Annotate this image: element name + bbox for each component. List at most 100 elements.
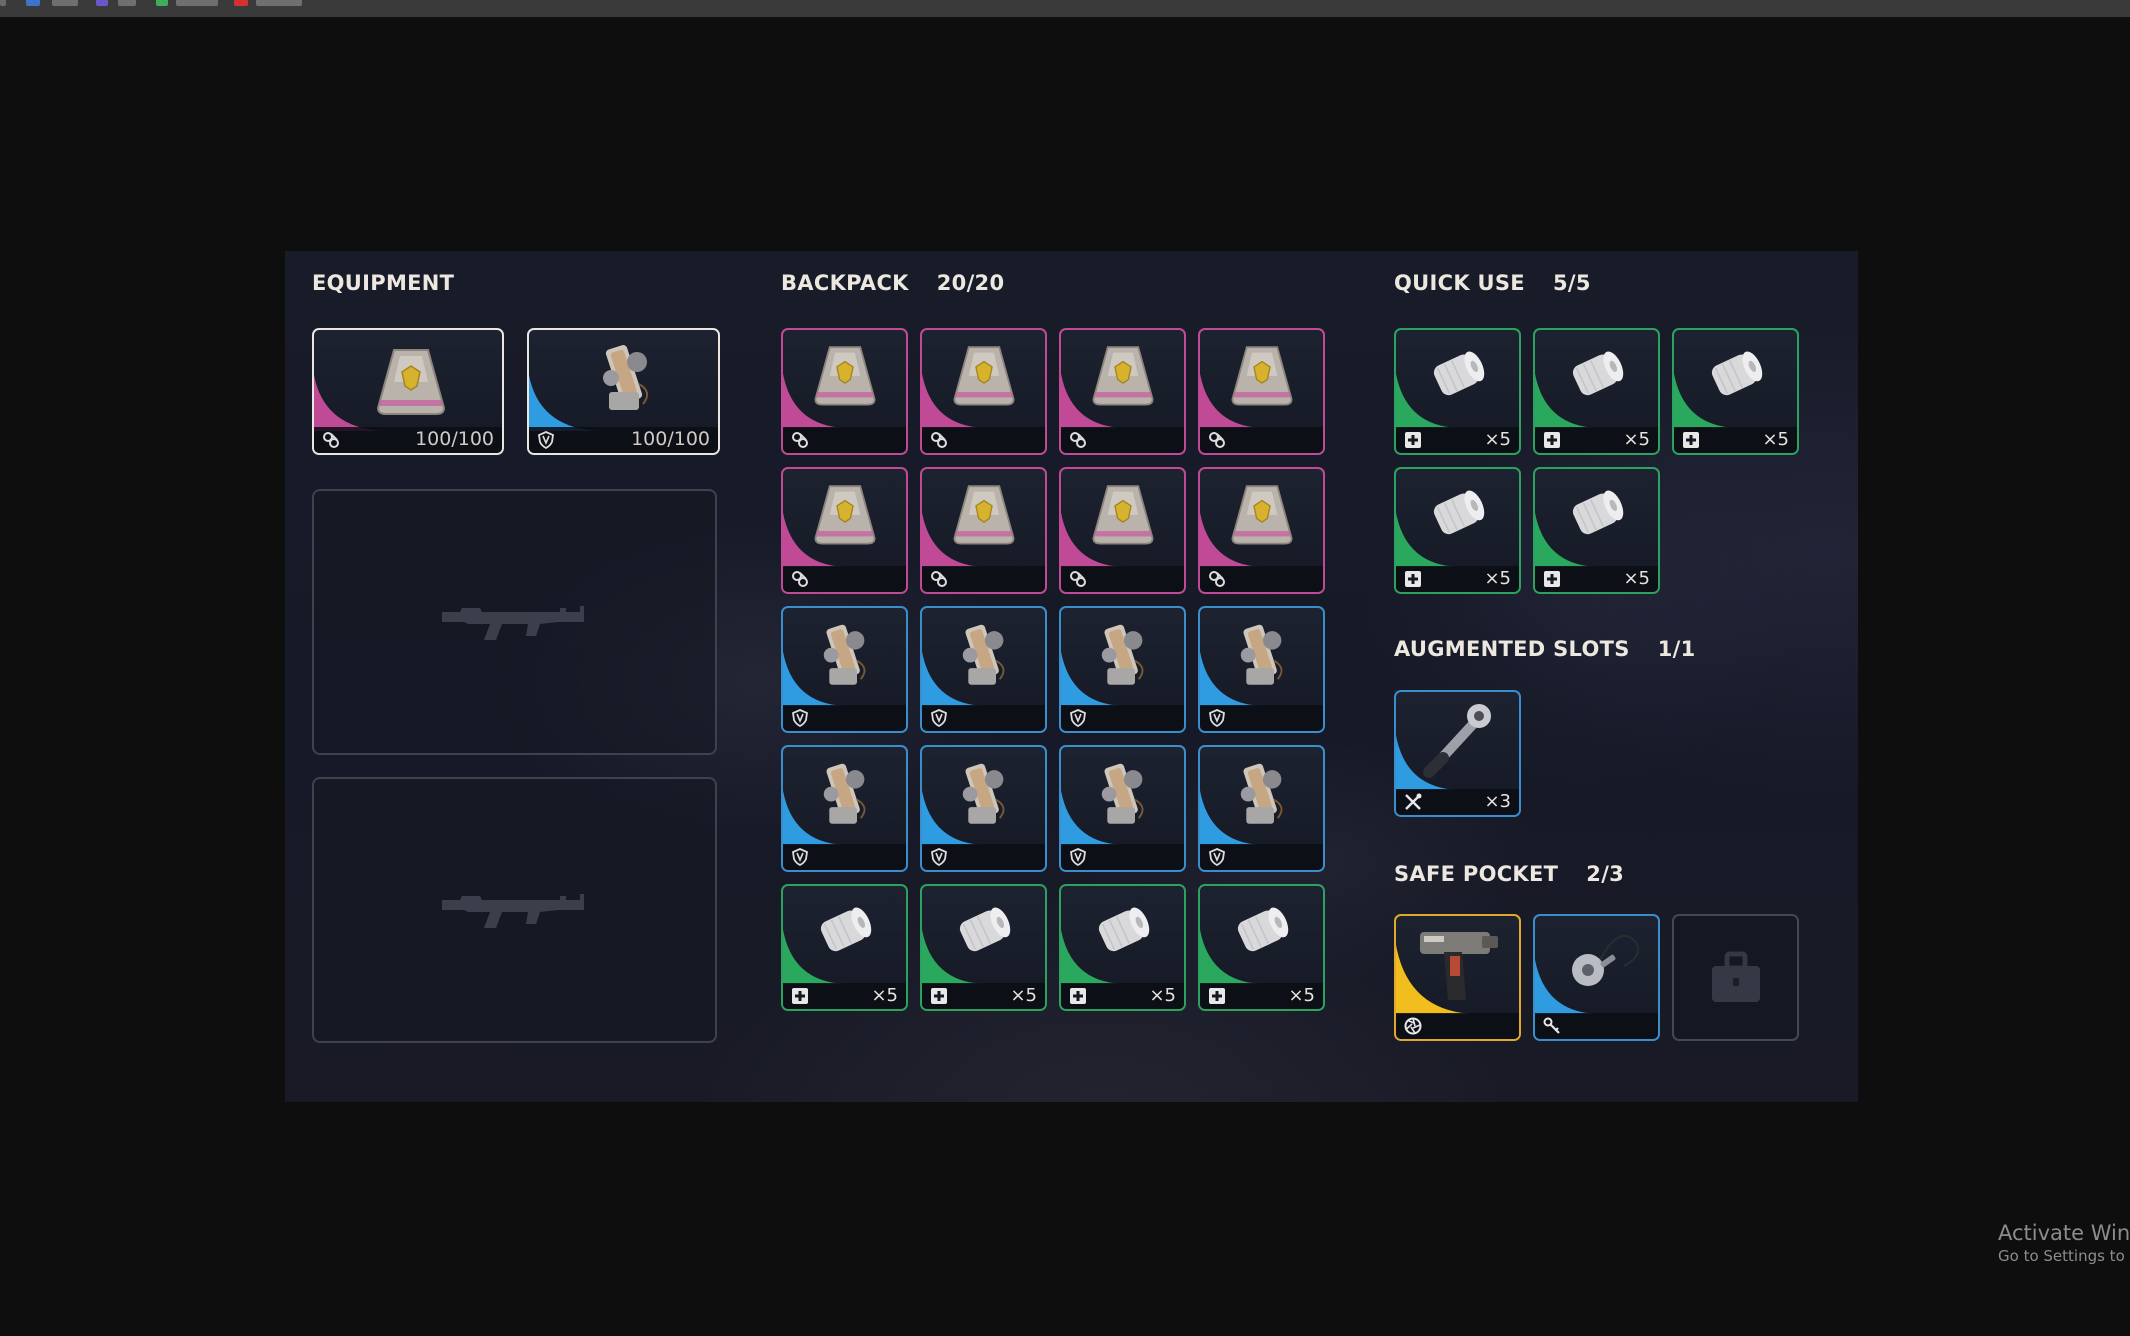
augmented-slots-title: AUGMENTED SLOTS <box>1394 637 1630 661</box>
shield-pack-image <box>587 338 665 426</box>
durability-value: 100/100 <box>415 428 494 450</box>
bandage-roll-image <box>1228 896 1296 968</box>
augment-icon <box>931 571 947 587</box>
shield-icon <box>931 848 947 866</box>
bandage-roll-image <box>1089 896 1157 968</box>
inventory-panel: EQUIPMENT BACKPACK 20/20 QUICK USE 5/5 A… <box>285 251 1858 1102</box>
weapon-slot-secondary[interactable] <box>312 777 717 1043</box>
item-quantity: ×5 <box>871 985 898 1006</box>
shield-pack-image <box>1226 618 1298 700</box>
backpack-slot[interactable]: ×5 <box>1198 884 1325 1011</box>
augment-icon <box>1209 571 1225 587</box>
shield-pack-image <box>1226 757 1298 839</box>
augment-case-image <box>1227 340 1297 414</box>
quick-use-slot[interactable]: ×5 <box>1672 328 1799 455</box>
medical-plus-icon <box>1070 988 1086 1004</box>
quick-use-heading: QUICK USE 5/5 <box>1394 266 1591 300</box>
shield-icon <box>1209 709 1225 727</box>
rifle-silhouette-icon <box>441 894 584 928</box>
shield-icon <box>931 709 947 727</box>
medical-plus-icon <box>792 988 808 1004</box>
bookmark-icon[interactable] <box>256 0 302 6</box>
augment-case-image <box>1227 479 1297 553</box>
backpack-slot[interactable] <box>1198 745 1325 872</box>
backpack-slot[interactable] <box>1198 606 1325 733</box>
shield-icon <box>1209 848 1225 866</box>
augment-icon <box>323 432 339 448</box>
shield-pack-image <box>809 618 881 700</box>
bookmark-icon[interactable] <box>118 0 136 6</box>
equipment-augment-slot[interactable]: 100/100 <box>312 328 504 455</box>
backpack-slot[interactable]: ×5 <box>1059 884 1186 1011</box>
shield-icon <box>538 431 554 449</box>
backpack-slot[interactable] <box>1059 606 1186 733</box>
safe-pocket-slot[interactable] <box>1533 914 1660 1041</box>
bandage-roll-image <box>1424 479 1492 551</box>
backpack-slot[interactable] <box>1059 745 1186 872</box>
backpack-slot[interactable] <box>920 606 1047 733</box>
quick-use-slot[interactable]: ×5 <box>1533 328 1660 455</box>
weapon-slot-primary[interactable] <box>312 489 717 755</box>
augmented-slots-count: 1/1 <box>1657 637 1696 661</box>
item-quantity: ×5 <box>1762 429 1789 450</box>
shield-icon <box>792 709 808 727</box>
augment-case-image <box>372 342 450 424</box>
bookmark-icon[interactable] <box>234 0 248 6</box>
backpack-slot[interactable] <box>1198 467 1325 594</box>
bookmark-icon[interactable] <box>26 0 40 6</box>
item-quantity: ×5 <box>1623 429 1650 450</box>
bookmark-icon[interactable] <box>96 0 108 6</box>
aperture-icon <box>1404 1017 1422 1035</box>
augment-case-image <box>1088 340 1158 414</box>
watermark-line-2: Go to Settings to ac <box>1998 1247 2130 1265</box>
watermark-line-1: Activate Windo <box>1998 1221 2130 1245</box>
bookmark-icon[interactable] <box>176 0 218 6</box>
quick-use-grid: ×5 ×5 ×5 ×5 ×5 <box>1394 328 1802 594</box>
safe-pocket-title: SAFE POCKET <box>1394 862 1559 886</box>
pendant-key-image <box>1554 920 1640 1010</box>
augmented-slot[interactable]: ×3 <box>1394 690 1521 817</box>
backpack-slot[interactable] <box>920 328 1047 455</box>
shield-pack-image <box>809 757 881 839</box>
item-quantity: ×5 <box>1010 985 1037 1006</box>
backpack-slot[interactable] <box>781 467 908 594</box>
backpack-slot[interactable] <box>920 467 1047 594</box>
medical-plus-icon <box>931 988 947 1004</box>
backpack-slot[interactable] <box>1059 328 1186 455</box>
backpack-slot[interactable]: ×5 <box>920 884 1047 1011</box>
backpack-slot[interactable]: ×5 <box>781 884 908 1011</box>
bookmark-icon[interactable] <box>156 0 168 6</box>
shield-pack-image <box>1087 618 1159 700</box>
bandage-roll-image <box>811 896 879 968</box>
backpack-slot[interactable] <box>781 328 908 455</box>
quick-use-slot[interactable]: ×5 <box>1394 467 1521 594</box>
bookmark-icon[interactable] <box>0 0 6 6</box>
augmented-slots-heading: AUGMENTED SLOTS 1/1 <box>1394 632 1695 666</box>
equipment-shield-slot[interactable]: 100/100 <box>527 328 720 455</box>
backpack-slot[interactable] <box>920 745 1047 872</box>
safe-pocket-slot[interactable] <box>1672 914 1799 1041</box>
augment-icon <box>1070 571 1086 587</box>
augment-case-image <box>810 479 880 553</box>
augment-icon <box>792 432 808 448</box>
backpack-slot[interactable] <box>1059 467 1186 594</box>
safe-pocket-slot[interactable] <box>1394 914 1521 1041</box>
shield-pack-image <box>948 757 1020 839</box>
augment-icon <box>931 432 947 448</box>
backpack-slot[interactable] <box>781 745 908 872</box>
quick-use-slot[interactable]: ×5 <box>1394 328 1521 455</box>
backpack-count: 20/20 <box>936 271 1005 295</box>
rifle-silhouette-icon <box>441 606 584 640</box>
augment-icon <box>792 571 808 587</box>
medical-plus-icon <box>1405 432 1421 448</box>
bookmark-icon[interactable] <box>52 0 78 6</box>
shield-pack-image <box>948 618 1020 700</box>
item-quantity: ×5 <box>1484 429 1511 450</box>
backpack-slot[interactable] <box>1198 328 1325 455</box>
safe-pocket-grid <box>1394 914 1802 1044</box>
bandage-roll-image <box>1424 340 1492 412</box>
durability-value: 100/100 <box>631 428 710 450</box>
safe-pocket-heading: SAFE POCKET 2/3 <box>1394 857 1624 891</box>
backpack-slot[interactable] <box>781 606 908 733</box>
quick-use-slot[interactable]: ×5 <box>1533 467 1660 594</box>
